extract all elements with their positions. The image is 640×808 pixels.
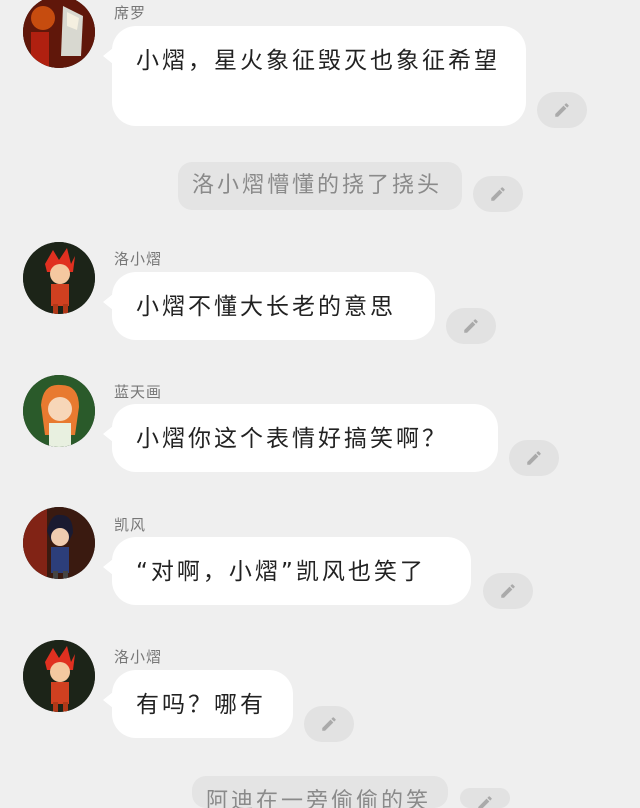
sender-name: 凯风 xyxy=(114,516,147,534)
message-bubble: “对啊，小熠”凯风也笑了 xyxy=(103,537,471,605)
avatar-kaifeng xyxy=(23,507,95,579)
narration-text: 阿迪在一旁偷偷的笑 xyxy=(192,776,448,808)
pencil-icon xyxy=(491,187,505,201)
sender-name: 蓝天画 xyxy=(114,383,163,401)
edit-button[interactable] xyxy=(509,440,559,476)
edit-button[interactable] xyxy=(537,92,587,128)
avatar-xiluo xyxy=(23,0,95,68)
message-bubble: 小熠不懂大长老的意思 xyxy=(103,272,435,340)
edit-button[interactable] xyxy=(483,573,533,609)
avatar-luoxiaoyi xyxy=(23,242,95,314)
pencil-icon xyxy=(555,103,569,117)
edit-button[interactable] xyxy=(304,706,354,742)
message-bubble: 小熠你这个表情好搞笑啊？ xyxy=(103,404,498,472)
message-bubble: 小熠，星火象征毁灭也象征希望 xyxy=(103,26,526,126)
avatar-luoxiaoyi xyxy=(23,640,95,712)
pencil-icon xyxy=(527,451,541,465)
sender-name: 洛小熠 xyxy=(114,648,163,666)
pencil-icon xyxy=(501,584,515,598)
avatar-lantianhua xyxy=(23,375,95,447)
edit-button[interactable] xyxy=(460,788,510,808)
pencil-icon xyxy=(322,717,336,731)
message-bubble: 有吗？哪有 xyxy=(103,670,293,738)
edit-button[interactable] xyxy=(473,176,523,212)
edit-button[interactable] xyxy=(446,308,496,344)
sender-name: 洛小熠 xyxy=(114,250,163,268)
narration-text: 洛小熠懵懂的挠了挠头 xyxy=(178,162,462,210)
pencil-icon xyxy=(464,319,478,333)
pencil-icon xyxy=(478,796,492,808)
sender-name: 席罗 xyxy=(114,4,147,22)
